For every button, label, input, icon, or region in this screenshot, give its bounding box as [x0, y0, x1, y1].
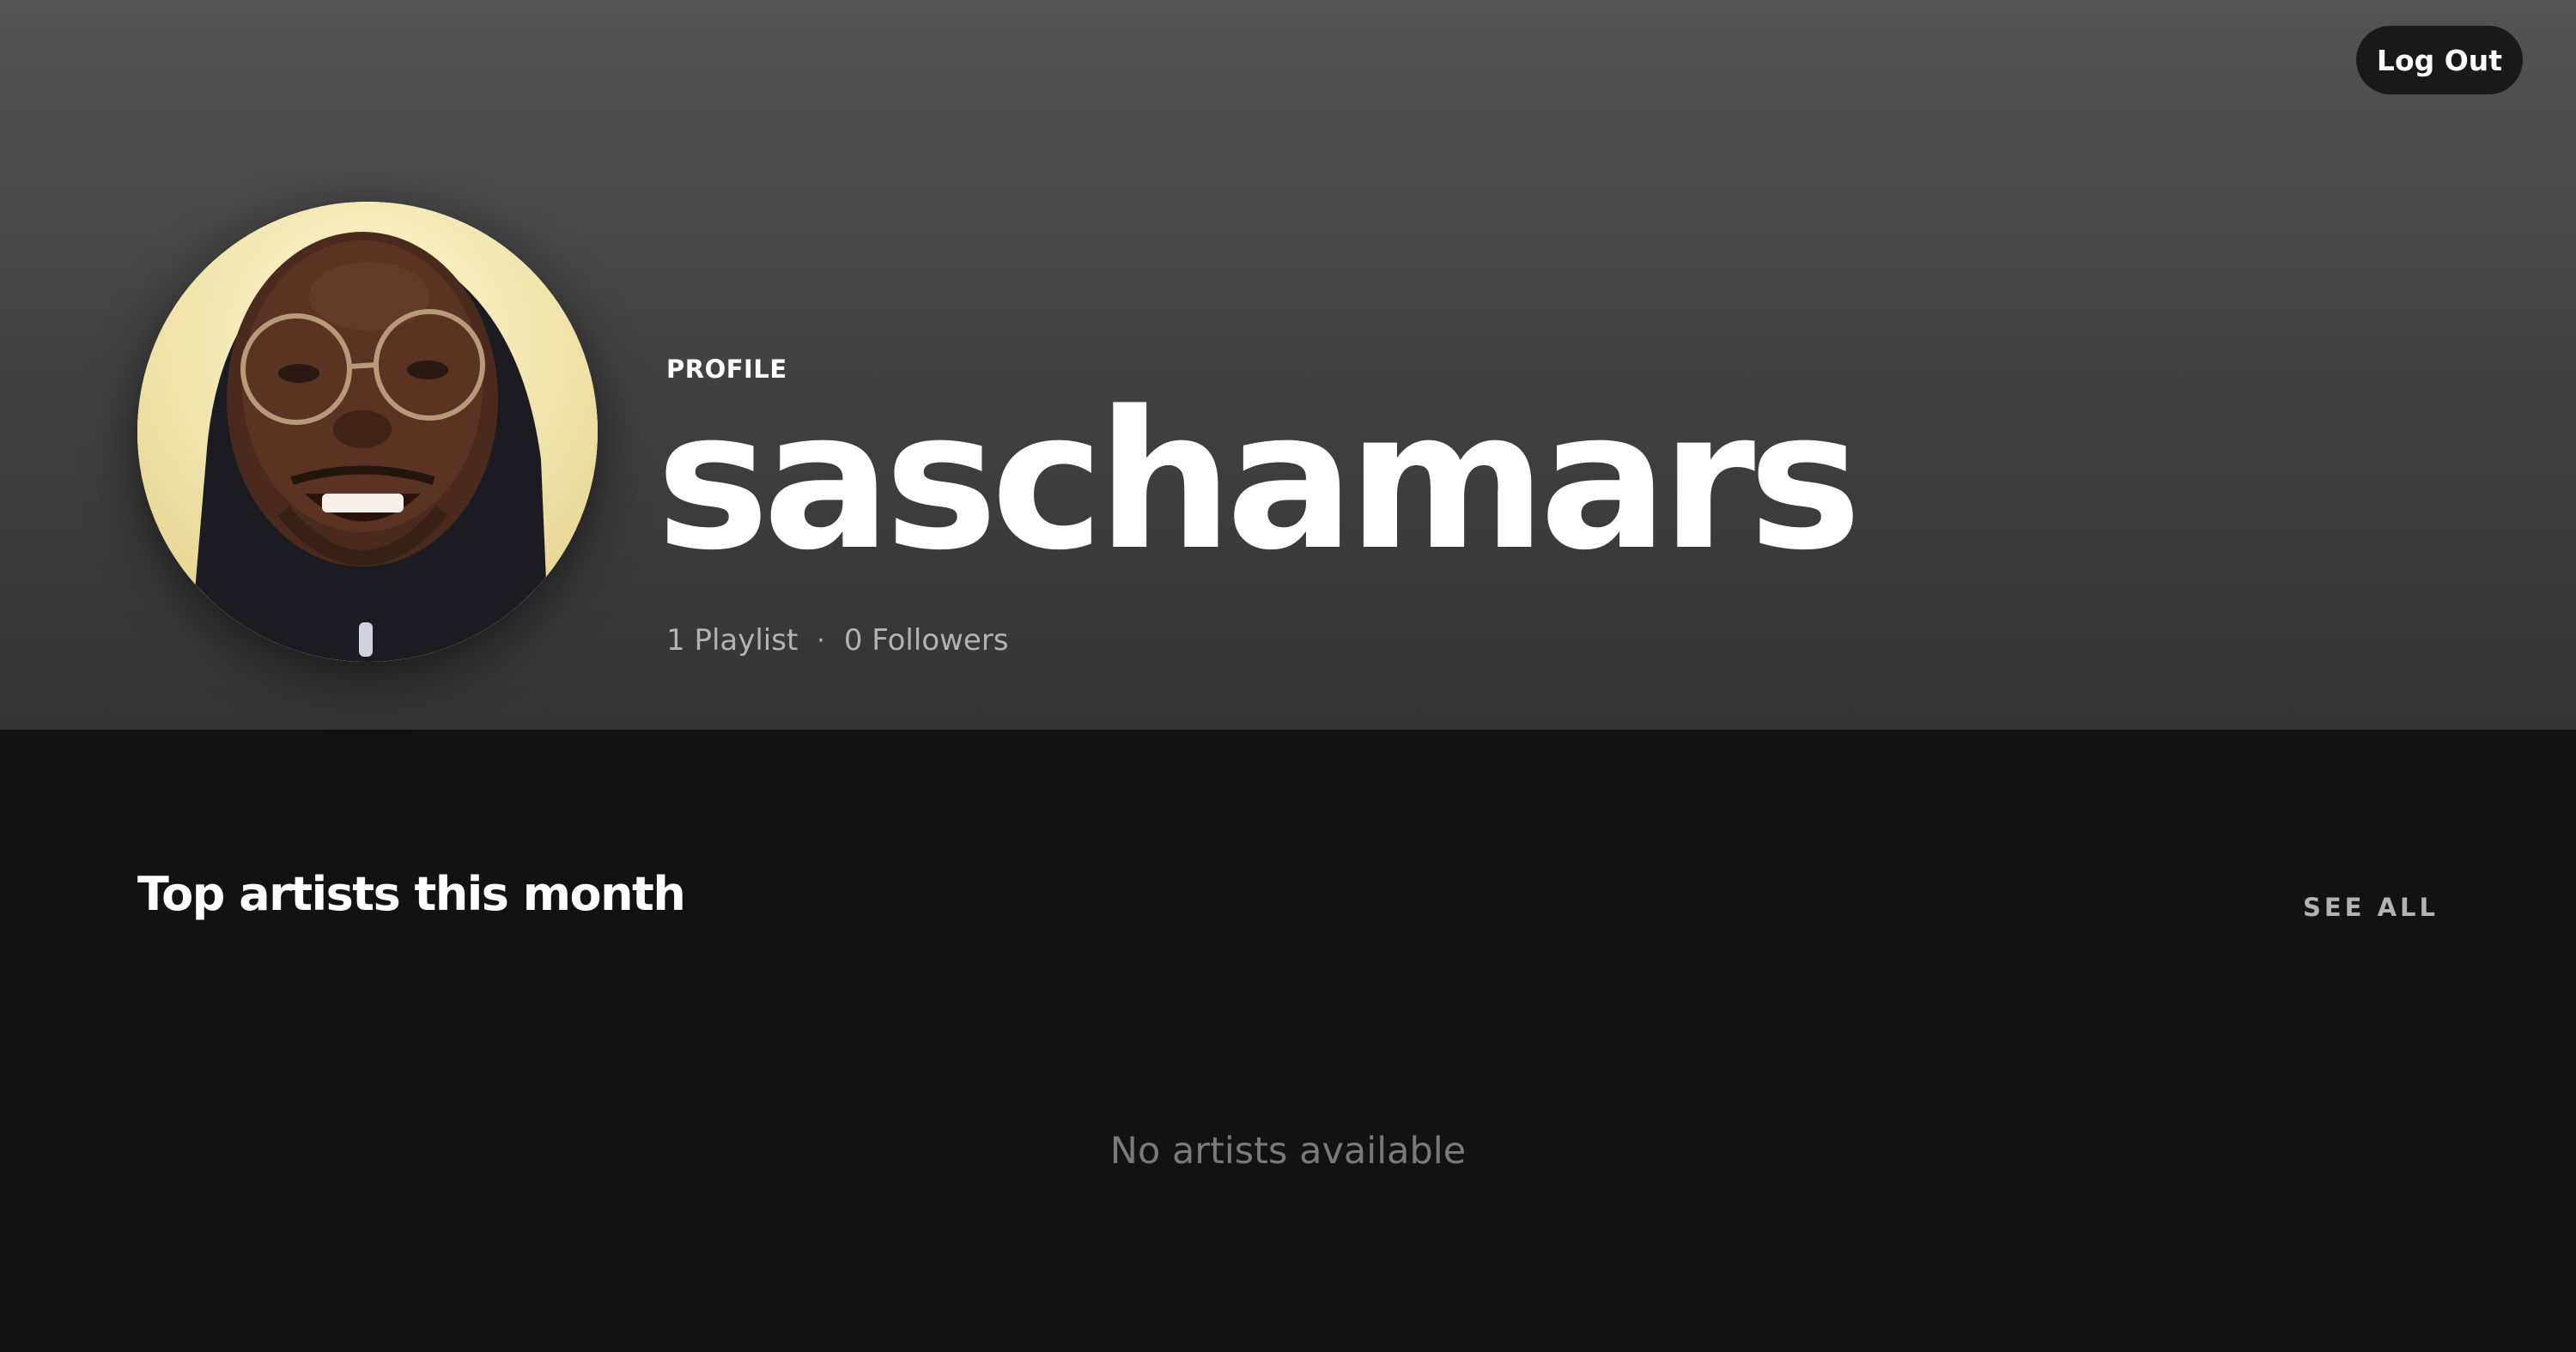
followers-count[interactable]: 0 Followers — [844, 623, 1009, 658]
top-artists-title[interactable]: Top artists this month — [137, 867, 686, 921]
stats-separator: · — [817, 625, 825, 656]
see-all-link[interactable]: SEE ALL — [2303, 893, 2439, 922]
page-title: saschamars — [656, 371, 1862, 592]
playlist-count[interactable]: 1 Playlist — [666, 623, 798, 658]
profile-page: Log Out PROFILE saschamars 1 Playlist · … — [0, 0, 2576, 1352]
avatar — [137, 202, 598, 662]
empty-state-message: No artists available — [1109, 1130, 1467, 1173]
user-avatar-photo-icon — [137, 202, 598, 662]
logout-button[interactable]: Log Out — [2356, 26, 2523, 94]
profile-header: Log Out PROFILE saschamars 1 Playlist · … — [0, 0, 2576, 730]
profile-stats: 1 Playlist · 0 Followers — [666, 623, 1009, 658]
